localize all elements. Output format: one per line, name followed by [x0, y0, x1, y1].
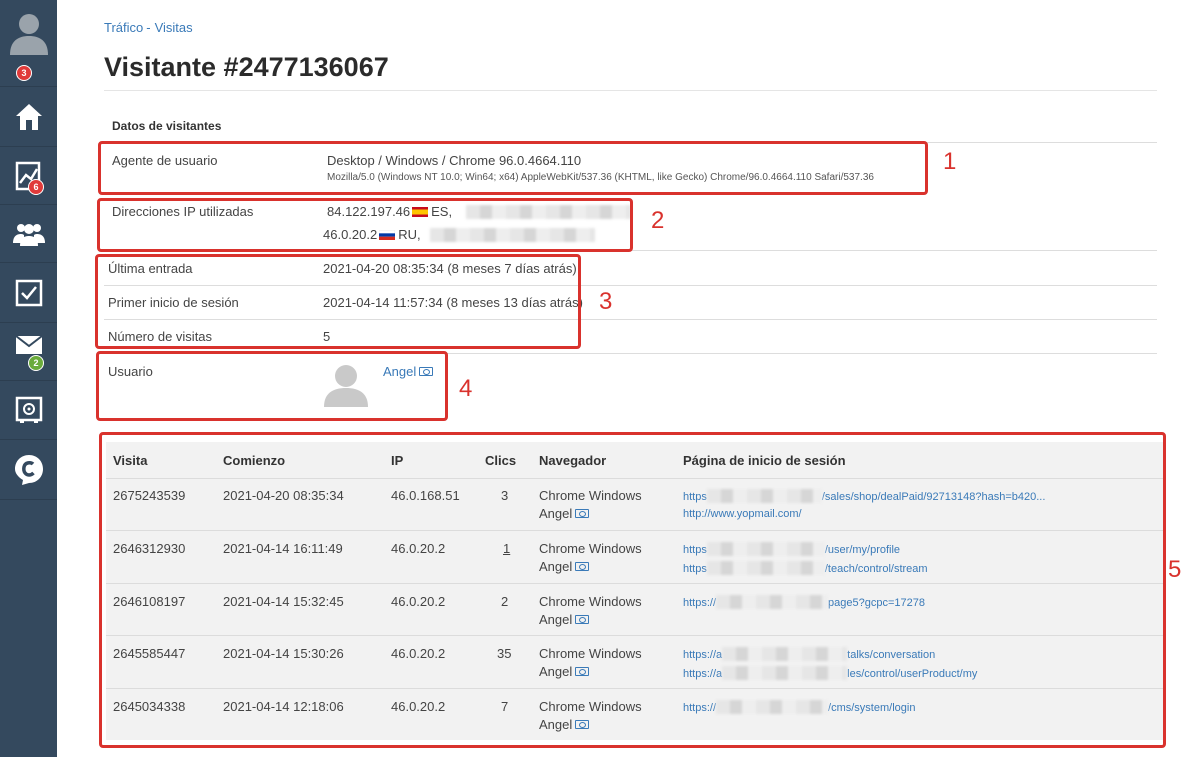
mail-icon: [14, 334, 43, 354]
sidebar-avatar[interactable]: 3: [0, 0, 57, 87]
sidebar-item-users[interactable]: [0, 205, 57, 263]
users-icon: [12, 223, 45, 246]
annotation-box-4: [96, 351, 448, 421]
logo-icon: [14, 454, 43, 485]
home-icon: [15, 103, 42, 130]
title-divider: [104, 90, 1157, 91]
notification-badge: 3: [16, 65, 32, 81]
main-content: Tráfico - Visitas Visitante #2477136067 Da…: [57, 0, 1200, 757]
avatar-icon: [9, 14, 48, 55]
section-title: Datos de visitantes: [112, 119, 222, 133]
mail-badge: 2: [28, 355, 44, 371]
annotation-label-4: 4: [459, 375, 473, 402]
sidebar-item-tasks[interactable]: [0, 263, 57, 323]
sidebar-item-home[interactable]: [0, 87, 57, 147]
sidebar-item-safe[interactable]: [0, 381, 57, 440]
annotation-label-2: 2: [651, 207, 665, 234]
annotation-box-1: [98, 141, 928, 195]
traffic-badge: 6: [28, 179, 44, 195]
breadcrumb: Tráfico - Visitas: [104, 20, 193, 35]
annotation-label-1: 1: [943, 148, 957, 175]
sidebar-item-mail[interactable]: 2: [0, 323, 57, 381]
breadcrumb-separator: -: [146, 20, 151, 35]
safe-icon: [15, 396, 42, 423]
sidebar-item-logo[interactable]: [0, 440, 57, 500]
annotation-box-2: [97, 198, 633, 252]
sidebar-item-traffic[interactable]: 6: [0, 147, 57, 205]
page-title: Visitante #2477136067: [104, 52, 389, 82]
annotation-label-5: 5: [1168, 556, 1182, 583]
breadcrumb-traffic[interactable]: Tráfico: [104, 20, 143, 35]
sidebar: 3 6 2: [0, 0, 57, 757]
breadcrumb-visits[interactable]: Visitas: [155, 20, 193, 35]
annotation-box-3: [95, 254, 581, 349]
annotation-label-3: 3: [599, 288, 613, 315]
checkbox-icon: [15, 279, 42, 306]
annotation-box-5: [99, 432, 1166, 748]
